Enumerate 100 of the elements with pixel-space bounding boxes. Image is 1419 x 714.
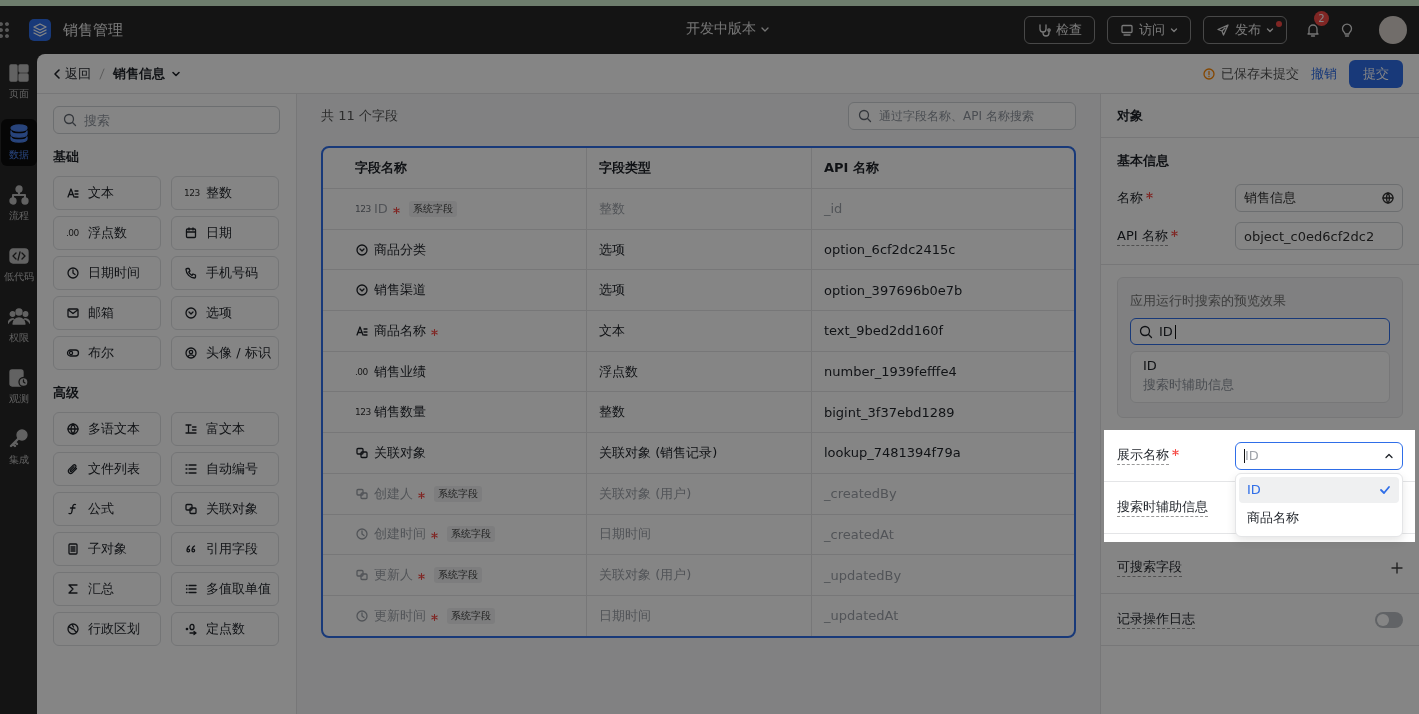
column-header: 字段名称 [323, 148, 587, 188]
visit-button[interactable]: 访问 [1107, 16, 1191, 44]
chevron-circle-icon [355, 283, 369, 298]
nav-item[interactable]: 流程 [0, 180, 37, 227]
warning-circle-icon [1203, 67, 1215, 80]
search-field[interactable]: 搜索 [53, 106, 280, 134]
flow-icon [7, 184, 30, 206]
globe-icon [66, 422, 80, 436]
table-cell: 浮点数 [587, 351, 812, 392]
dropdown-option[interactable]: 商品名称 [1239, 504, 1399, 531]
field-label: API 名称 [1117, 226, 1168, 246]
version-dropdown[interactable]: 开发中版本 [686, 20, 770, 38]
type-glyph-icon: 123 [184, 188, 198, 198]
clock-icon [355, 608, 369, 623]
system-field-tag: 系统字段 [408, 200, 457, 217]
field-name: 销售数量 [374, 403, 426, 422]
field-type-item[interactable]: 手机号码 [171, 256, 279, 290]
inspect-button[interactable]: 检查 [1024, 16, 1095, 44]
table-row[interactable]: 商品分类 选项 option_6cf2dc2415c [323, 228, 1074, 270]
nav-item[interactable]: 权限 [0, 302, 37, 349]
linked-squares-icon [184, 502, 198, 516]
required-asterisk-icon [418, 573, 425, 581]
rich-text-icon [184, 422, 198, 436]
table-row[interactable]: 销售渠道 选项 option_397696b0e7b [323, 269, 1074, 311]
bell-icon[interactable] [1305, 22, 1321, 38]
dropdown-option[interactable]: ID [1239, 476, 1399, 503]
group-title: 高级 [53, 384, 80, 402]
field-type-item[interactable]: 123 整数 [171, 176, 279, 210]
object-dropdown[interactable]: 销售信息 [113, 64, 181, 83]
field-type-item[interactable]: 子对象 [53, 532, 161, 566]
field-type-item[interactable]: 多值取单值 [171, 572, 279, 606]
field-type-item[interactable]: 关联对象 [171, 492, 279, 526]
nav-item[interactable]: 观测 [0, 363, 37, 410]
field-label: 名称 [1117, 189, 1143, 207]
field-type-item[interactable]: .00 浮点数 [53, 216, 161, 250]
table-cell-text: option_397696b0e7b [823, 281, 964, 300]
region-icon [66, 622, 80, 636]
field-type-item[interactable]: 文件列表 [53, 452, 161, 486]
field-type-item[interactable]: 公式 [53, 492, 161, 526]
table-cell: 文本 [587, 311, 812, 351]
linked-squares-icon [355, 445, 369, 460]
sigma-icon [66, 582, 80, 596]
table-row[interactable]: .00 销售业绩 浮点数 number_1939fefffe4 [323, 350, 1074, 392]
field-type-item[interactable]: 汇总 [53, 572, 161, 606]
nav-item[interactable]: 集成 [0, 424, 37, 471]
notification-count: 2 [1314, 11, 1329, 26]
field-name: 关联对象 [374, 443, 426, 462]
field-label: 搜索时辅助信息 [1117, 498, 1208, 517]
revert-link[interactable]: 撤销 [1311, 64, 1337, 83]
clock-icon [355, 527, 369, 542]
required-asterisk-icon [392, 206, 400, 214]
field-type-item[interactable]: 文本 [53, 176, 161, 210]
field-type-item[interactable]: 布尔 [53, 336, 161, 370]
type-glyph-icon: .00 [355, 366, 369, 377]
nav-item[interactable]: 低代码 [0, 241, 37, 288]
field-type-item[interactable]: 引用字段 [171, 532, 279, 566]
text-type-icon [66, 186, 80, 200]
plus-icon[interactable] [1391, 561, 1403, 574]
system-field-tag: 系统字段 [447, 526, 495, 543]
field-type-item[interactable]: 定点数 [171, 612, 279, 646]
table-cell: 关联对象 (销售记录) [587, 433, 812, 473]
column-header: API 名称 [823, 159, 880, 177]
table-row[interactable]: 123 销售数量 整数 bigint_3f37ebd1289 [323, 391, 1074, 433]
text-field[interactable]: object_c0ed6cf2dc2 [1235, 222, 1403, 250]
field-type-item[interactable]: 选项 [171, 296, 279, 330]
publish-button[interactable]: 发布 [1203, 16, 1287, 44]
check-icon [1379, 483, 1391, 496]
log-toggle[interactable] [1375, 611, 1403, 628]
table-cell-text: bigint_3f37ebd1289 [823, 403, 956, 422]
people-icon [7, 306, 30, 328]
required-asterisk-icon [431, 532, 438, 540]
avatar[interactable] [1379, 16, 1407, 44]
field-type-item[interactable]: 富文本 [171, 412, 279, 446]
required-asterisk-icon [1172, 449, 1179, 456]
field-type-item[interactable]: 邮箱 [53, 296, 161, 330]
text-field[interactable]: 销售信息 [1235, 184, 1403, 212]
linked-squares-icon [355, 568, 369, 583]
field-type-item[interactable]: 日期时间 [53, 256, 161, 290]
preview-search-field[interactable]: ID [1130, 318, 1390, 345]
nav-item[interactable]: 页面 [0, 58, 37, 105]
column-header: 字段类型 [587, 148, 812, 188]
table-cell-text: lookup_7481394f79a [823, 444, 962, 463]
submit-button[interactable]: 提交 [1349, 59, 1403, 88]
required-asterisk-icon [418, 491, 425, 499]
field-type-item[interactable]: 行政区划 [53, 612, 161, 646]
list-icon [184, 582, 198, 596]
field-name: 销售渠道 [374, 281, 426, 300]
back-link[interactable]: 返回 [53, 64, 91, 83]
field-label: 记录操作日志 [1117, 610, 1195, 629]
notification-dot [1276, 21, 1282, 27]
stethoscope-icon [1037, 23, 1051, 37]
table-row[interactable]: 关联对象 关联对象 (销售记录) lookup_7481394f79a [323, 432, 1074, 473]
field-type-item[interactable]: 日期 [171, 216, 279, 250]
lightbulb-icon[interactable] [1339, 22, 1355, 38]
table-row[interactable]: 商品名称 文本 text_9bed2dd160f [323, 310, 1074, 351]
chevron-left-icon [53, 67, 61, 80]
field-type-item[interactable]: 头像 / 标识 [171, 336, 279, 370]
field-type-item[interactable]: 自动编号 [171, 452, 279, 486]
required-asterisk-icon [431, 613, 438, 621]
field-type-item[interactable]: 多语文本 [53, 412, 161, 446]
